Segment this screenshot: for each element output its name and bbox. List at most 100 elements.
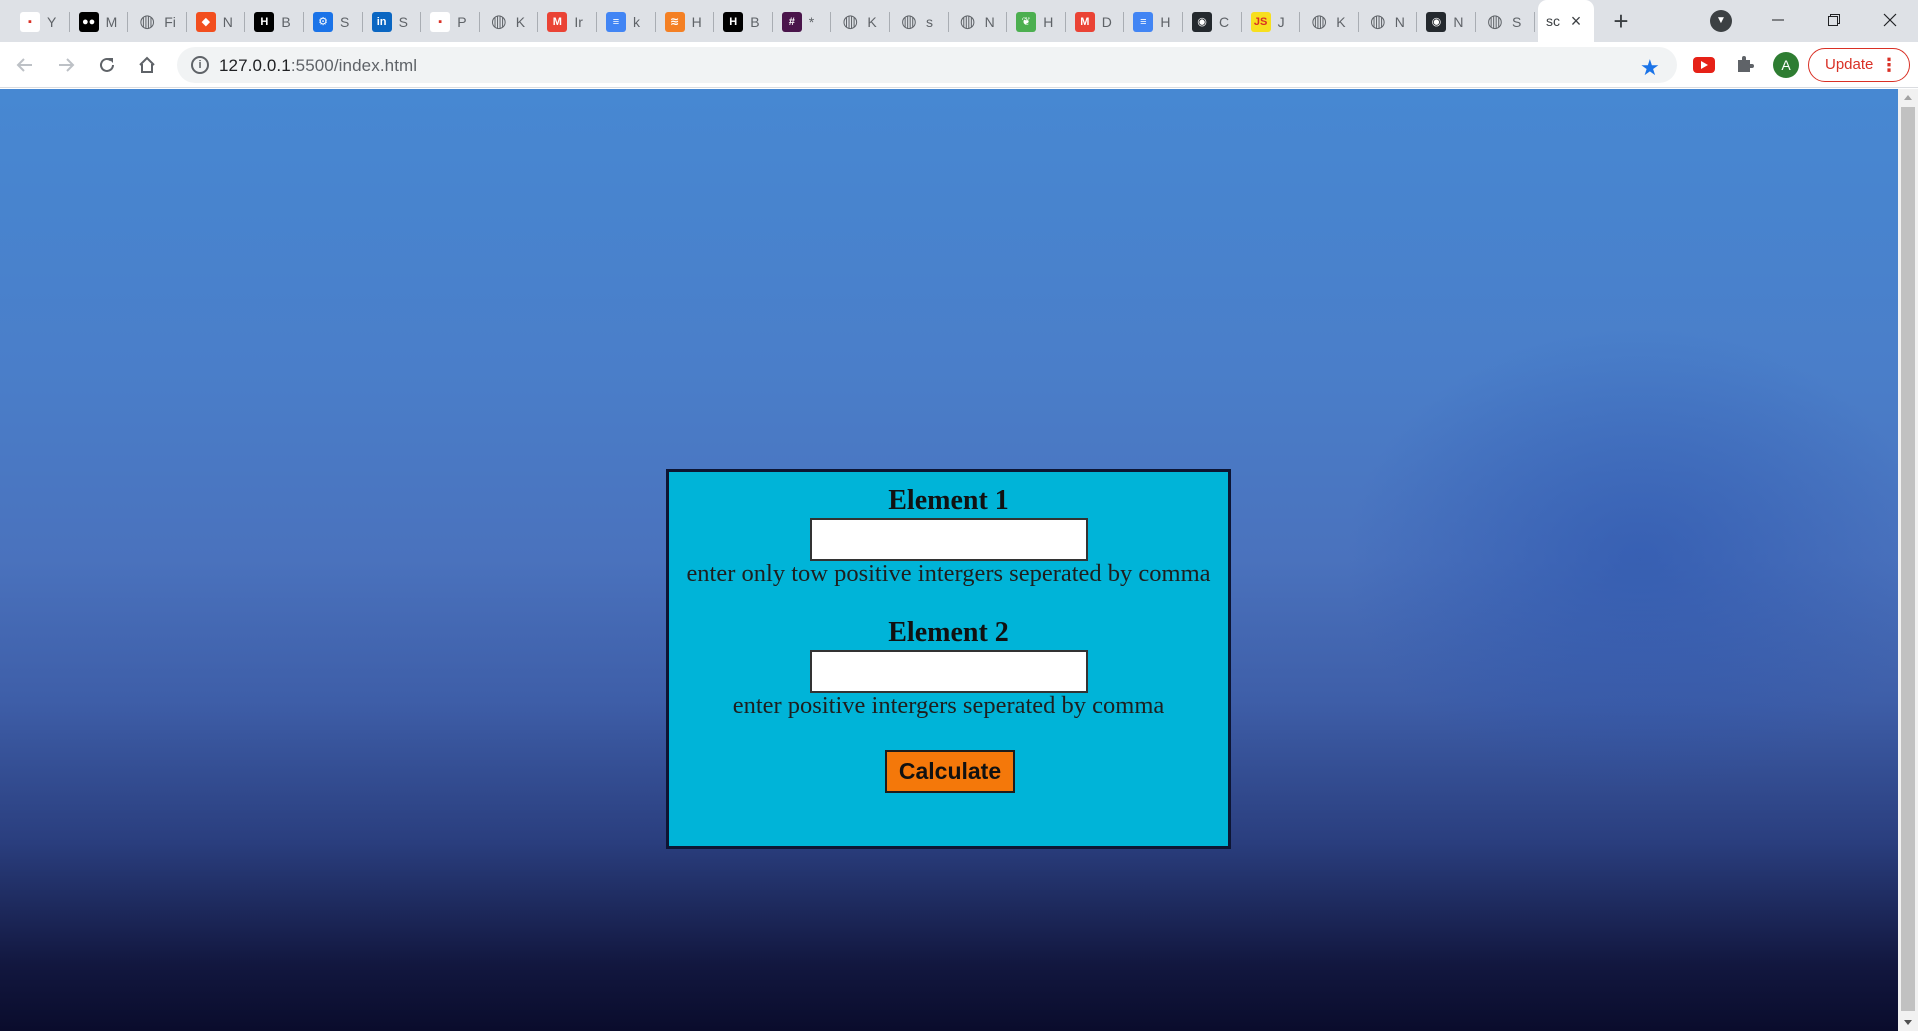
scrollbar-thumb[interactable] <box>1901 107 1915 1011</box>
calculate-button[interactable]: Calculate <box>885 750 1015 793</box>
browser-tab[interactable]: ❦ H <box>1008 7 1065 36</box>
browser-tab[interactable]: HB <box>715 7 772 36</box>
tab-separator <box>947 12 949 32</box>
youtube-icon: ▪ <box>20 11 40 32</box>
browser-tab[interactable]: MD <box>1067 7 1124 36</box>
browser-tab[interactable]: ▪ P <box>422 7 479 36</box>
browser-tab[interactable]: ◍ N <box>950 7 1007 36</box>
tab-separator <box>478 12 480 32</box>
info-icon[interactable]: i <box>191 56 209 74</box>
tab-separator <box>185 12 187 32</box>
figma-icon: ◆ <box>195 11 216 32</box>
tab-title: Ir <box>574 13 583 30</box>
tab-separator <box>1123 12 1125 32</box>
tab-title: s <box>926 13 933 30</box>
tab-active[interactable]: sc <box>1538 0 1594 42</box>
tab-title: C <box>1219 13 1230 30</box>
minimize-icon <box>1772 19 1784 21</box>
url-text[interactable]: 127.0.0.1:5500/index.html <box>219 56 417 76</box>
home-button[interactable] <box>132 50 162 80</box>
minimize-button[interactable] <box>1750 0 1806 40</box>
tab-separator <box>68 12 70 32</box>
tab-title: S <box>398 13 408 30</box>
more-menu-icon[interactable]: ⋮ <box>1880 49 1898 81</box>
element1-input[interactable] <box>810 518 1088 561</box>
browser-tab[interactable]: ◉ N <box>1418 7 1475 36</box>
update-button[interactable]: Update ⋮ <box>1808 48 1910 82</box>
tab-title: Fi <box>164 13 176 30</box>
calculator-form: Element 1 enter only tow positive interg… <box>666 469 1231 849</box>
back-button[interactable] <box>10 50 40 80</box>
puzzle-icon <box>1738 56 1754 72</box>
browser-tab[interactable]: ◍ K <box>1301 7 1358 36</box>
browser-tab[interactable]: ◍ s <box>891 7 948 36</box>
linkedin-icon: in <box>371 11 392 32</box>
reload-icon <box>100 57 114 72</box>
docs-icon: ≡ <box>606 11 626 32</box>
stackoverflow-icon: ≋ <box>664 11 685 32</box>
browser-tab[interactable]: ◉ C <box>1184 7 1241 36</box>
bookmark-star-icon[interactable]: ★ <box>1640 57 1660 79</box>
element2-hint: enter positive intergers seperated by co… <box>732 692 1165 719</box>
tab-separator <box>1006 12 1008 32</box>
browser-tab[interactable]: ●● M <box>71 7 128 36</box>
scroll-down-icon[interactable] <box>1904 1020 1912 1025</box>
tab-title: N <box>984 13 995 30</box>
tab-separator <box>596 12 597 32</box>
restore-button[interactable] <box>1806 0 1862 40</box>
tab-separator <box>303 12 304 32</box>
forward-button[interactable] <box>51 50 81 80</box>
tab-title: B <box>281 13 291 30</box>
tab-title: P <box>457 13 467 30</box>
tab-title: K <box>867 13 877 30</box>
browser-tab[interactable]: M Ir <box>539 7 596 36</box>
active-tab-title: sc <box>1546 13 1560 29</box>
tab-title: M <box>105 13 118 30</box>
browser-tab[interactable]: ◍ N <box>1360 7 1417 36</box>
tab-title: k <box>633 13 640 30</box>
browser-tab[interactable]: ≡ k <box>598 7 655 36</box>
browser-tab[interactable]: ◆ N <box>188 7 245 36</box>
element2-input[interactable] <box>810 650 1088 693</box>
tab-separator <box>1182 12 1183 32</box>
gmail-icon: M <box>547 11 568 32</box>
browser-tab[interactable]: HB <box>246 7 303 36</box>
docs-icon: ≡ <box>1133 11 1154 32</box>
browser-tab[interactable]: # * <box>774 7 831 36</box>
tab-separator <box>127 12 129 32</box>
page-scrollbar[interactable] <box>1898 89 1918 1031</box>
profile-avatar[interactable]: A <box>1773 52 1799 78</box>
tab-separator <box>420 12 422 32</box>
arrow-right-icon <box>59 58 75 72</box>
tab-separator <box>654 12 656 32</box>
browser-tab[interactable]: ◍ S <box>1477 7 1534 36</box>
tab-separator <box>1299 12 1301 32</box>
browser-tab[interactable]: ≡ H <box>1125 7 1182 36</box>
browser-tab[interactable]: ⚙ S <box>305 7 362 36</box>
tab-search-icon[interactable]: ▼ <box>1710 10 1732 32</box>
tab-separator <box>537 12 539 32</box>
new-tab-button[interactable]: + <box>1607 8 1635 36</box>
browser-tab[interactable]: ◍ K <box>481 7 538 36</box>
close-tab-icon[interactable]: × <box>1568 12 1584 30</box>
browser-tab[interactable]: ▪ Y <box>12 7 69 36</box>
page-background: Element 1 enter only tow positive interg… <box>0 89 1898 1031</box>
browser-tab[interactable]: ◍ Fi <box>129 7 186 36</box>
browser-tab[interactable]: in S <box>364 7 421 36</box>
tab-title: J <box>1277 13 1285 30</box>
hn-icon: H <box>723 11 744 32</box>
address-bar[interactable]: i 127.0.0.1:5500/index.html ★ <box>177 47 1677 83</box>
close-window-button[interactable] <box>1862 0 1918 40</box>
browser-tab[interactable]: ≋ H <box>657 7 714 36</box>
tab-title: S <box>1512 13 1522 30</box>
extensions-puzzle-icon[interactable] <box>1733 53 1757 77</box>
tab-title: H <box>1160 13 1171 30</box>
tab-separator <box>1475 12 1476 32</box>
scroll-up-icon[interactable] <box>1904 95 1912 100</box>
youtube-extension-icon[interactable] <box>1693 57 1715 73</box>
reload-button[interactable] <box>92 50 122 80</box>
tab-title: K <box>1336 13 1346 30</box>
browser-tab[interactable]: JS J <box>1243 7 1300 36</box>
browser-tab[interactable]: ◍ K <box>832 7 889 36</box>
gmail-icon: M <box>1074 11 1095 32</box>
